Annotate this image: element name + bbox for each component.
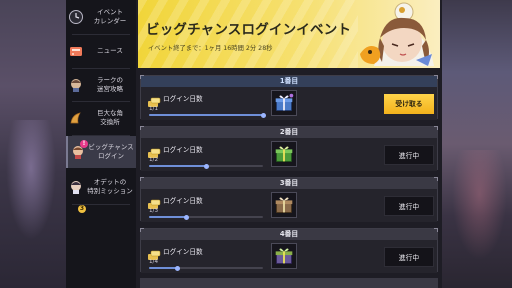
reward-item-slot[interactable]	[271, 90, 297, 116]
in-progress-button[interactable]: 進行中	[384, 247, 434, 267]
brown-gift-chest-icon	[275, 197, 293, 213]
task-progress-count: 1/2	[149, 157, 159, 163]
main-panel: ビッグチャンスログインイベント イベント終了まで：1ヶ月 16時間 2分 28秒…	[136, 0, 442, 288]
progress-fill	[149, 267, 178, 269]
task-label: ログイン日数	[163, 95, 203, 103]
sidebar-item-news[interactable]: ニュース	[66, 34, 136, 68]
notification-badge: 3	[78, 205, 86, 213]
sidebar-item-label: オデットの 特別ミッション	[87, 178, 133, 195]
progress-bar	[149, 112, 266, 118]
task-label: ログイン日数	[163, 197, 203, 205]
reward-card-day-3: 3番目 ログイン日数 1/3 進行中	[140, 177, 438, 222]
day-label: 1番目	[141, 76, 437, 87]
sidebar-item-label: ビッグチャンス ログイン	[88, 143, 134, 160]
card-corner	[434, 126, 438, 130]
day-label: 2番目	[141, 127, 437, 138]
progress-marker	[260, 112, 266, 118]
event-banner: ビッグチャンスログインイベント イベント終了まで：1ヶ月 16時間 2分 28秒	[138, 0, 440, 68]
blue-gift-chest-icon	[275, 93, 294, 111]
progress-marker	[175, 265, 180, 271]
event-character-illustration	[360, 2, 434, 66]
calendar-icon	[69, 10, 83, 24]
list-bottom-edge	[140, 278, 438, 288]
reward-row: ログイン日数 1/2 進行中	[141, 138, 437, 171]
background-left	[0, 0, 68, 288]
reward-card-day-1: 1番目 ログイン日数 1/1 受け取る	[140, 75, 438, 120]
card-corner	[140, 126, 144, 130]
sidebar: イベント カレンダー ニュース ラークの 迷宮攻略 3 巨大な角 交換所 ビッグ…	[66, 0, 136, 288]
sidebar-item-label: イベント カレンダー	[93, 8, 127, 25]
card-corner	[140, 177, 144, 181]
odette-character-icon	[71, 181, 81, 194]
sidebar-item-label: ラークの 迷宮攻略	[97, 76, 123, 93]
task-label: ログイン日数	[163, 146, 203, 154]
divider	[72, 204, 130, 205]
reward-item-slot[interactable]	[271, 192, 297, 218]
in-progress-button[interactable]: 進行中	[384, 145, 434, 165]
event-countdown: イベント終了まで：1ヶ月 16時間 2分 28秒	[148, 45, 273, 52]
horn-exchange-icon	[70, 112, 81, 124]
progress-fill	[149, 216, 187, 218]
sidebar-item-horn-exchange[interactable]: 3 巨大な角 交換所	[66, 101, 136, 213]
card-corner	[140, 75, 144, 79]
day-label: 3番目	[141, 178, 437, 189]
progress-fill	[149, 165, 206, 167]
sidebar-item-lark-labyrinth[interactable]: ラークの 迷宮攻略	[66, 68, 136, 102]
task-progress-count: 1/4	[149, 259, 159, 265]
task-label: ログイン日数	[163, 248, 203, 256]
progress-fill	[149, 114, 263, 116]
sidebar-item-event-calendar[interactable]: イベント カレンダー	[66, 0, 136, 34]
notification-badge: !	[80, 140, 88, 148]
sidebar-item-big-chance-login[interactable]: ビッグチャンス ログイン	[66, 136, 136, 168]
sidebar-item-label: 巨大な角 交換所	[97, 109, 123, 126]
reward-card-day-4: 4番目 ログイン日数 1/4 進行中	[140, 228, 438, 273]
background-right	[442, 0, 512, 288]
reward-row: ログイン日数 1/1 受け取る	[141, 87, 437, 120]
sidebar-item-label: ニュース	[97, 46, 123, 55]
news-icon	[70, 47, 82, 56]
task-progress-count: 1/3	[149, 208, 159, 214]
lark-character-icon	[71, 79, 81, 92]
reward-row: ログイン日数 1/4 進行中	[141, 240, 437, 273]
progress-marker	[184, 214, 190, 220]
progress-bar	[149, 214, 263, 220]
card-corner	[434, 75, 438, 79]
green-gift-chest-icon	[275, 146, 293, 162]
reward-item-slot[interactable]	[271, 141, 297, 167]
day-label: 4番目	[141, 229, 437, 240]
claim-button[interactable]: 受け取る	[384, 94, 434, 114]
purple-gift-chest-icon	[275, 248, 293, 264]
reward-card-day-2: 2番目 ログイン日数 1/2 進行中	[140, 126, 438, 171]
progress-bar	[149, 163, 263, 169]
task-progress-count: 1/1	[149, 106, 159, 112]
card-corner	[434, 177, 438, 181]
in-progress-button[interactable]: 進行中	[384, 196, 434, 216]
progress-bar	[149, 265, 263, 271]
card-corner	[140, 228, 144, 232]
page-title: ビッグチャンスログインイベント	[146, 22, 352, 38]
reward-item-slot[interactable]	[271, 243, 297, 269]
progress-marker	[203, 163, 209, 169]
card-corner	[434, 228, 438, 232]
reward-row: ログイン日数 1/3 進行中	[141, 189, 437, 222]
sidebar-item-odette-mission[interactable]: オデットの 特別ミッション	[66, 170, 136, 204]
